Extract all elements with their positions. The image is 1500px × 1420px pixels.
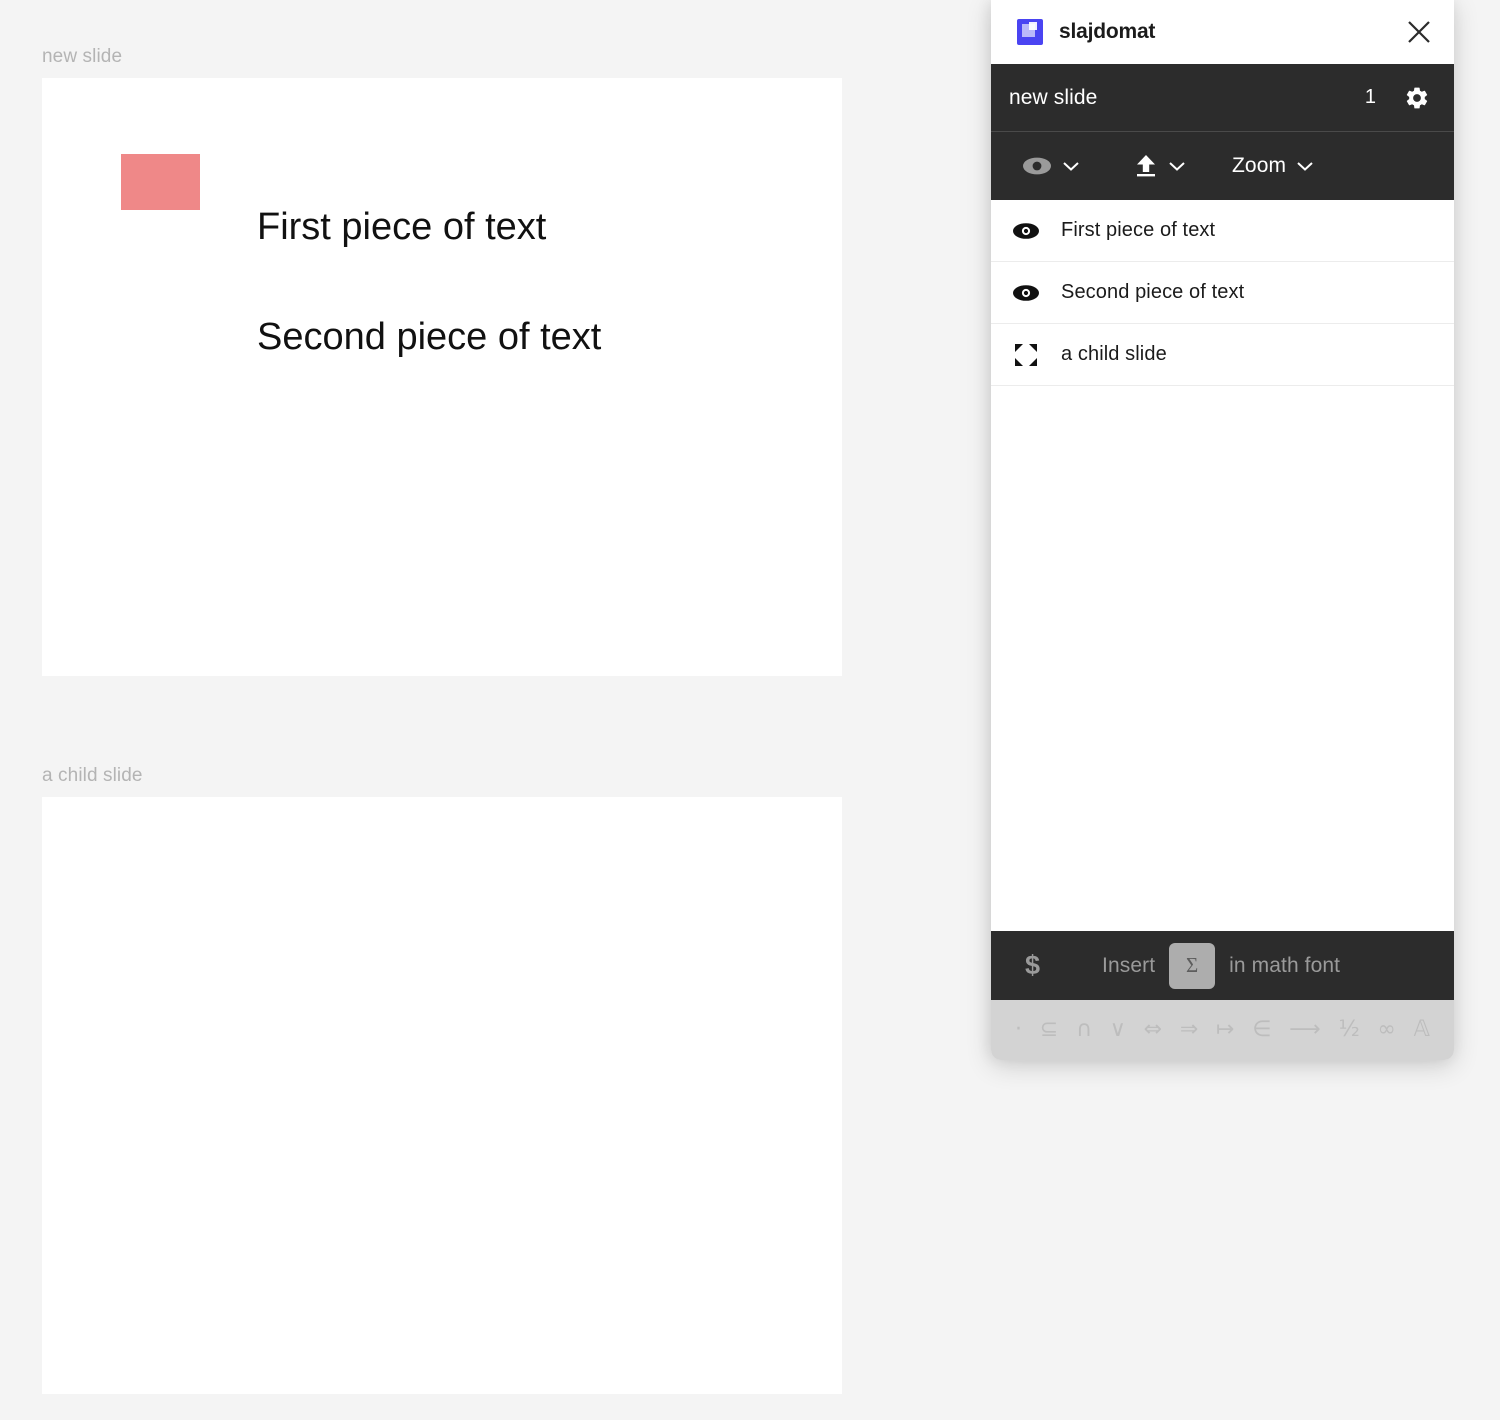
list-item[interactable]: First piece of text (991, 200, 1454, 262)
symbol-implies[interactable]: ⇒ (1180, 1019, 1198, 1041)
zoom-dropdown[interactable]: Zoom (1232, 154, 1314, 178)
slide-block-2[interactable]: a child slide (42, 765, 842, 1394)
symbol-mapsto[interactable]: ↦ (1216, 1019, 1234, 1041)
app-title: slajdomat (1059, 20, 1156, 43)
symbol-intersection[interactable]: ∩ (1076, 1019, 1092, 1041)
event-list: First piece of text Second piece of text (991, 200, 1454, 931)
eye-icon[interactable] (1009, 222, 1043, 240)
visibility-dropdown[interactable] (1022, 156, 1080, 176)
slide-block-1[interactable]: new slide First piece of text Second pie… (42, 46, 842, 676)
close-icon (1408, 21, 1430, 43)
chevron-down-icon (1168, 160, 1186, 172)
slide-caption: new slide (42, 46, 123, 67)
math-insert-label: Insert (1102, 953, 1156, 977)
dollar-icon[interactable]: $ (1025, 950, 1040, 981)
symbol-one-half[interactable]: ½ (1338, 1019, 1359, 1041)
panel-toolbar: Zoom (991, 132, 1454, 200)
symbol-dot[interactable]: · (1015, 1019, 1022, 1041)
expand-icon[interactable] (1009, 343, 1043, 367)
screen-root: new slide First piece of text Second pie… (0, 0, 1500, 1420)
figma-canvas: new slide First piece of text Second pie… (0, 0, 990, 1420)
symbol-subset[interactable]: ⊆ (1040, 1019, 1058, 1041)
list-item[interactable]: Second piece of text (991, 262, 1454, 324)
symbol-iff[interactable]: ⇔ (1144, 1019, 1162, 1041)
upload-dropdown[interactable] (1134, 153, 1186, 179)
upload-icon (1137, 155, 1155, 177)
sigma-button[interactable]: Σ (1169, 942, 1216, 989)
symbol-arrow-right[interactable]: ⟶ (1289, 1019, 1321, 1041)
symbol-blackboard-a[interactable]: 𝔸 (1414, 1019, 1430, 1041)
eye-icon (1023, 157, 1051, 175)
slide-caption: a child slide (42, 765, 143, 786)
list-item-label: First piece of text (1061, 219, 1216, 241)
symbol-palette: · ⊆ ∩ ∨ ⇔ ⇒ ↦ ∈ ⟶ ½ ∞ 𝔸 (991, 1000, 1454, 1060)
chevron-down-icon (1062, 160, 1080, 172)
slajdomat-plugin-panel: slajdomat new slide 1 Zoom First piece o… (991, 0, 1454, 1060)
list-item-label: a child slide (1061, 343, 1167, 365)
slide-text-first[interactable]: First piece of text (257, 206, 546, 249)
gear-icon (1406, 87, 1428, 108)
math-insert-bar: $ Insert Σ in math font (991, 931, 1454, 1000)
chevron-down-icon (1296, 160, 1314, 172)
list-item[interactable]: a child slide (991, 324, 1454, 386)
slide-count-badge: 1 (1364, 86, 1376, 108)
math-suffix-label: in math font (1229, 953, 1341, 977)
slide-text-second[interactable]: Second piece of text (257, 316, 601, 359)
eye-icon[interactable] (1009, 284, 1043, 302)
current-slide-name: new slide (1009, 85, 1098, 109)
symbol-infinity[interactable]: ∞ (1378, 1019, 1396, 1041)
zoom-label: Zoom (1232, 154, 1287, 177)
slajdomat-logo-icon (1017, 19, 1043, 45)
panel-header: new slide 1 (991, 64, 1454, 132)
sigma-icon: Σ (1186, 953, 1199, 977)
symbol-or[interactable]: ∨ (1110, 1019, 1126, 1041)
panel-titlebar: slajdomat (991, 0, 1454, 64)
slide-frame[interactable] (42, 797, 842, 1394)
settings-button[interactable] (1402, 83, 1432, 113)
list-item-label: Second piece of text (1061, 281, 1245, 303)
slide-frame[interactable]: First piece of text Second piece of text (42, 78, 842, 676)
rectangle-shape[interactable] (121, 154, 200, 210)
symbol-element-of[interactable]: ∈ (1252, 1019, 1271, 1041)
close-button[interactable] (1402, 15, 1436, 49)
